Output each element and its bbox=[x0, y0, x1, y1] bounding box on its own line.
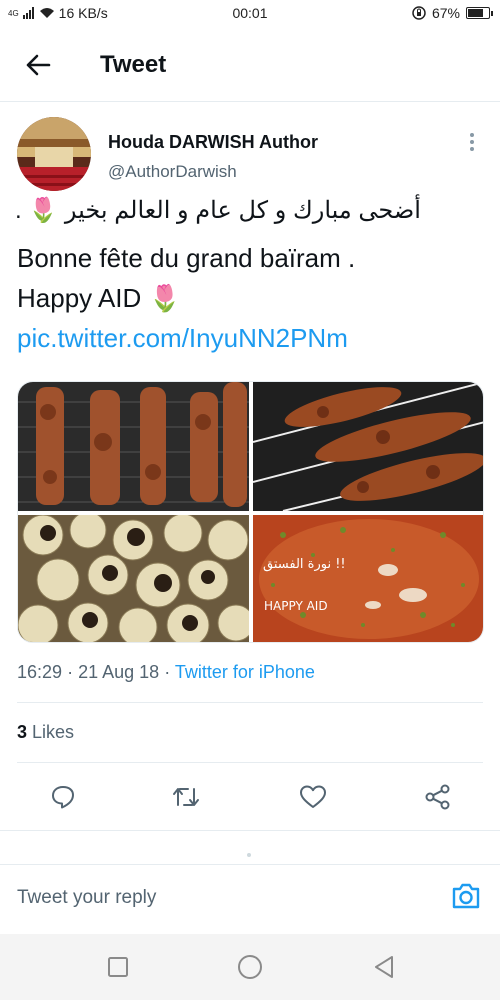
likes-label: Likes bbox=[32, 722, 75, 742]
author-name[interactable]: Houda DARWISH Author bbox=[108, 132, 318, 153]
retweet-icon bbox=[173, 788, 199, 806]
tweet-time: 16:29 bbox=[17, 662, 63, 682]
likes-number: 3 bbox=[17, 722, 28, 742]
header-divider bbox=[0, 101, 500, 102]
more-vertical-icon bbox=[470, 133, 474, 151]
status-bar: 4G 16 KB/s 00:01 67% bbox=[0, 0, 500, 28]
likes-divider bbox=[17, 762, 483, 763]
square-icon bbox=[108, 957, 128, 977]
tweet-date: 21 Aug 18 bbox=[78, 662, 160, 682]
photo-skewers-2[interactable] bbox=[253, 382, 483, 511]
nav-back-button[interactable] bbox=[370, 953, 398, 981]
header: Tweet bbox=[0, 36, 500, 96]
photo-skewers-2-image bbox=[253, 382, 483, 511]
photo-caption-arabic: نورة الفستق !! bbox=[263, 557, 346, 572]
avatar-image bbox=[17, 117, 91, 191]
battery-fill bbox=[468, 9, 483, 17]
page-title: Tweet bbox=[100, 51, 167, 78]
nav-home-button[interactable] bbox=[236, 953, 264, 981]
more-button[interactable] bbox=[462, 130, 482, 154]
status-right: 67% bbox=[412, 5, 493, 21]
tweet-text-french: Bonne fête du grand baïram . bbox=[17, 243, 356, 273]
tweet-text-arabic: أضحى مبارك و كل عام و العالم بخير 🌷 . bbox=[15, 197, 421, 224]
camera-button[interactable] bbox=[450, 881, 484, 915]
author-handle[interactable]: @AuthorDarwish bbox=[108, 162, 237, 182]
camera-icon bbox=[452, 883, 480, 909]
circle-icon bbox=[238, 955, 262, 979]
photo-skewers-1-image bbox=[18, 382, 249, 511]
scroll-dot bbox=[247, 853, 251, 857]
like-button[interactable] bbox=[297, 782, 329, 812]
retweet-button[interactable] bbox=[170, 782, 202, 812]
actions-divider bbox=[0, 830, 500, 831]
likes-count[interactable]: 3 Likes bbox=[17, 722, 74, 743]
triangle-back-icon bbox=[375, 956, 393, 978]
photo-onions-image bbox=[18, 515, 249, 642]
meta-separator-1: · bbox=[67, 662, 74, 682]
heart-icon bbox=[300, 785, 326, 808]
tweet-meta: 16:29 · 21 Aug 18 · Twitter for iPhone bbox=[17, 662, 315, 683]
photo-sauce[interactable]: نورة الفستق !! HAPPY AID bbox=[253, 515, 483, 642]
arrow-left-icon bbox=[26, 54, 51, 76]
tweet-source[interactable]: Twitter for iPhone bbox=[175, 662, 315, 682]
tweet-text: Bonne fête du grand baïram . Happy AID 🌷… bbox=[17, 238, 487, 358]
comment-icon bbox=[52, 786, 74, 809]
reply-button[interactable] bbox=[47, 782, 79, 812]
back-button[interactable] bbox=[18, 48, 58, 82]
photo-onions[interactable] bbox=[18, 515, 249, 642]
tweet-text-happy: Happy AID 🌷 bbox=[17, 283, 181, 313]
share-icon bbox=[425, 784, 450, 810]
photo-skewers-1[interactable] bbox=[18, 382, 249, 511]
nav-recents-button[interactable] bbox=[104, 953, 132, 981]
photo-caption: HAPPY AID bbox=[264, 599, 328, 613]
navigation-bar bbox=[0, 934, 500, 1000]
reply-bar bbox=[0, 864, 500, 934]
media-grid: نورة الفستق !! HAPPY AID bbox=[17, 381, 484, 643]
photo-sauce-image bbox=[253, 515, 483, 642]
meta-divider bbox=[17, 702, 483, 703]
share-button[interactable] bbox=[422, 782, 454, 812]
meta-separator-2: · bbox=[164, 662, 171, 682]
tweet-media-link[interactable]: pic.twitter.com/InyuNN2PNm bbox=[17, 323, 348, 353]
avatar[interactable] bbox=[17, 117, 91, 191]
rotation-lock-icon bbox=[412, 6, 426, 20]
battery-icon bbox=[466, 7, 493, 19]
battery-percent: 67% bbox=[431, 5, 460, 21]
reply-input[interactable] bbox=[17, 887, 417, 909]
